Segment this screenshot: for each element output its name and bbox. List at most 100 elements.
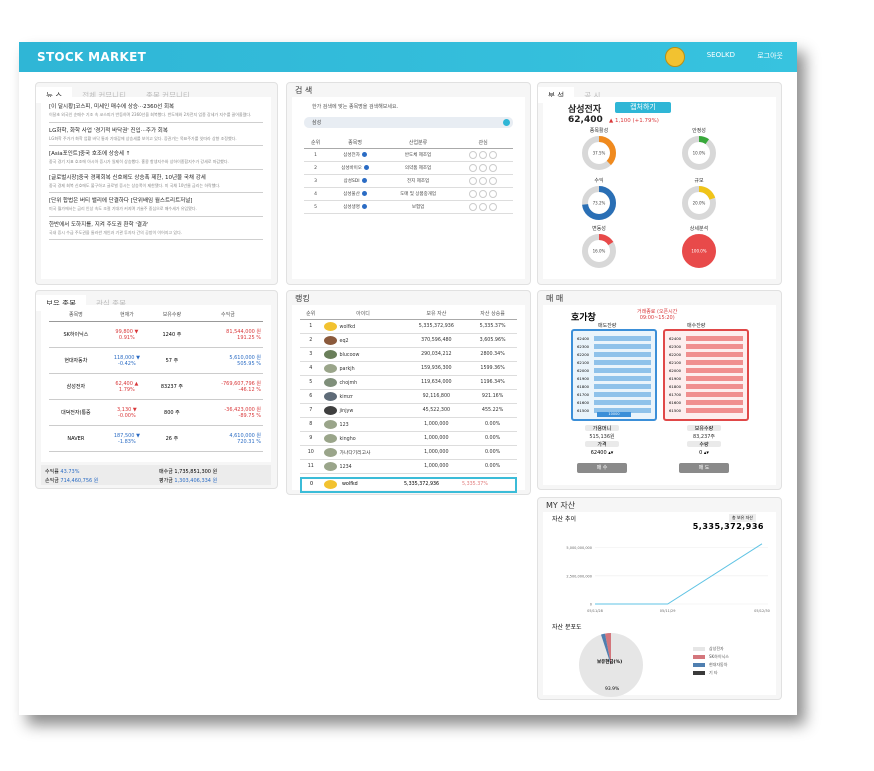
news-title[interactable]: [이 달시황]코스피, 미세인 매수에 상승···2360선 회복 (49, 102, 263, 110)
table-row[interactable]: 9 kingho 1,000,000 0.00% (300, 431, 517, 446)
table-row[interactable]: 3 blucoow 290,034,212 2800.34% (300, 347, 517, 362)
news-item[interactable]: [글로벌시장]중국 경제회복 신호에도 상승폭 제한, 10년물 국채 강세 중국… (49, 170, 263, 193)
table-row[interactable]: 2 eq2 370,596,480 3,605.96% (300, 333, 517, 348)
favorite-toggle-icon[interactable] (469, 190, 478, 198)
favorite-toggle-icon[interactable] (469, 203, 478, 211)
news-item[interactable]: [이 달시황]코스피, 미세인 매수에 상승···2360선 회복 이달초 외국인… (49, 99, 263, 123)
price-stepper-icon[interactable]: ▴▾ (608, 450, 613, 456)
news-item[interactable]: [Asia포인트]중국 호조에 상승세 ↑ 중국 경기 지표 호조에 아시아 증시… (49, 146, 263, 170)
favorite-toggle-icon[interactable] (479, 151, 488, 159)
info-icon[interactable] (361, 204, 367, 209)
table-row[interactable]: 11 1234 1,000,000 0.00% (300, 459, 517, 474)
summary-eval-value: 1,303,406,334 원 (174, 478, 218, 484)
orderbook-row[interactable]: 62100 (669, 359, 743, 366)
table-row[interactable]: 3 삼성SDI 전지 제조업 (304, 174, 513, 188)
logout-button[interactable]: 로그아웃 (757, 51, 783, 61)
orderbook-row[interactable]: 61600 (669, 399, 743, 406)
search-input[interactable]: 삼성 (304, 117, 513, 128)
favorite-toggle-icon[interactable] (479, 203, 488, 211)
orderbook-row[interactable]: 62300 (577, 343, 651, 350)
favorite-toggle-icon[interactable] (489, 151, 498, 159)
orderbook-row[interactable]: 62200 (577, 351, 651, 358)
orderbook-row[interactable]: 61900 (577, 375, 651, 382)
favorite-toggle-icon[interactable] (489, 164, 498, 172)
news-title[interactable]: [글로벌시장]중국 경제회복 신호에도 상승폭 제한, 10년물 국채 강세 (49, 173, 263, 181)
buy-orderbook: 62400 62300 62200 62100 62000 61900 61800 61700… (663, 329, 749, 421)
table-row[interactable]: 6 kimzr 92,116,800 921.16% (300, 389, 517, 404)
news-title[interactable]: 한반에서 도하지를, 지켜 주도권 환학 '결과' (49, 220, 263, 228)
table-row[interactable]: 1 wolfkd 5,335,372,936 5,335.37% (300, 319, 517, 334)
orderbook-row[interactable]: 62300 (669, 343, 743, 350)
orderbook-row[interactable]: 61900 (669, 375, 743, 382)
table-row[interactable]: 10 가나다기리고사 1,000,000 0.00% (300, 445, 517, 460)
table-row[interactable]: 1 삼성전자 반도체 제조업 (304, 148, 513, 162)
search-name[interactable]: 삼성생명 (343, 205, 360, 210)
search-name-cell[interactable]: 삼성전자 (327, 148, 383, 162)
search-name[interactable]: 삼성전자 (343, 153, 360, 158)
avatar-icon (323, 322, 337, 331)
table-row[interactable]: 4 parkjh 159,936,300 1599.36% (300, 361, 517, 376)
favorite-toggle-icon[interactable] (469, 164, 478, 172)
buy-button[interactable]: 매 수 (577, 463, 627, 473)
orderbook-row[interactable]: 61700 (669, 391, 743, 398)
orderbook-row[interactable]: 62000 (669, 367, 743, 374)
info-icon[interactable] (361, 191, 367, 196)
news-item[interactable]: 한반에서 도하지를, 지켜 주도권 환학 '결과' 국내 증시 수급 주도권을 둘… (49, 217, 263, 240)
search-name[interactable]: 삼성바이오 (341, 166, 362, 171)
favorite-toggle-icon[interactable] (469, 177, 478, 185)
search-name[interactable]: 삼성SDI (344, 179, 360, 184)
orderbook-row[interactable]: 61600 (577, 399, 651, 406)
info-icon[interactable] (361, 178, 367, 183)
table-row[interactable]: 5 삼성생명 보험업 (304, 200, 513, 214)
search-icon[interactable] (503, 119, 510, 126)
table-row[interactable]: 7 jinjyw 45,522,300 455.22% (300, 403, 517, 418)
table-row[interactable]: 현대자동차 118,000 ▼ -0.42% 57 주 5,610,000 원 505.9… (49, 347, 263, 374)
orderbook-row[interactable]: 62400 (669, 335, 743, 342)
favorite-toggle-icon[interactable] (469, 151, 478, 159)
sell-button[interactable]: 매 도 (679, 463, 729, 473)
orderbook-row[interactable]: 62000 (577, 367, 651, 374)
orderbook-row[interactable]: 61500 (669, 407, 743, 414)
favorite-toggle-icon[interactable] (489, 203, 498, 211)
orderbook-row[interactable]: 61800 (669, 383, 743, 390)
search-name-cell[interactable]: 삼성물산 (327, 187, 383, 201)
news-title[interactable]: [Asia포인트]중국 호조에 상승세 ↑ (49, 149, 263, 157)
table-row[interactable]: 5 chojmh 119,634,000 1196.34% (300, 375, 517, 390)
qty-stepper-icon[interactable]: ▴▾ (704, 450, 709, 456)
qty-input[interactable]: 0 ▴▾ (679, 449, 729, 458)
table-row[interactable]: 대덕전자(통증 3,130 ▼ -0.00% 800 주 -36,423,000 원 -8… (49, 399, 263, 426)
favorite-toggle-icon[interactable] (479, 177, 488, 185)
search-name[interactable]: 삼성물산 (343, 192, 360, 197)
my-rank-row[interactable]: 0 wolfkd 5,335,372,936 5,335.37% (300, 477, 517, 493)
table-row[interactable]: 8 123 1,000,000 0.00% (300, 417, 517, 432)
favorite-toggle-icon[interactable] (489, 190, 498, 198)
info-icon[interactable] (361, 152, 367, 157)
orderbook-row[interactable]: 62200 (669, 351, 743, 358)
favorite-toggle-icon[interactable] (489, 177, 498, 185)
search-name-cell[interactable]: 삼성바이오 (327, 161, 383, 175)
orderbook-row[interactable]: 62400 (577, 335, 651, 342)
table-row[interactable]: 4 삼성물산 도매 및 상품중개업 (304, 187, 513, 201)
table-row[interactable]: 2 삼성바이오 의약품 제조업 (304, 161, 513, 175)
news-title[interactable]: [단위 합법은 버티 밸리에 단결하다 [단위배임 월스트리트저널] (49, 196, 263, 204)
table-row[interactable]: NAVER 187,500 ▼ -1.83% 26 주 4,610,000 원 720.3… (49, 425, 263, 452)
orderbook-row[interactable]: 62100 (577, 359, 651, 366)
search-hint: 한가 검색에 맞는 종목명을 검색해보세요. (312, 104, 399, 110)
news-item[interactable]: [단위 합법은 버티 밸리에 단결하다 [단위배임 월스트리트저널] 미국 월가에… (49, 193, 263, 217)
orderbook-price: 61600 (669, 400, 682, 405)
orderbook-row[interactable]: 61700 (577, 391, 651, 398)
search-name-cell[interactable]: 삼성SDI (327, 174, 383, 188)
orderbook-row[interactable]: 61800 (577, 383, 651, 390)
price-input[interactable]: 62400 ▴▾ (577, 449, 627, 458)
search-name-cell[interactable]: 삼성생명 (327, 200, 383, 214)
news-item[interactable]: LG화학, 화학 사업 '경기적 바닥권' 진입···주가 회복 LG화학 주가가… (49, 123, 263, 146)
favorite-toggle-icon[interactable] (479, 190, 488, 198)
news-title[interactable]: LG화학, 화학 사업 '경기적 바닥권' 진입···주가 회복 (49, 126, 263, 134)
table-row[interactable]: SK하이닉스 99,800 ▼ 0.91% 1240 주 81,544,000 원 191… (49, 321, 263, 348)
rank-id-cell: parkjh (321, 361, 405, 376)
brand-title[interactable]: STOCK MARKET (37, 50, 146, 64)
info-icon[interactable] (363, 165, 369, 170)
capture-button[interactable]: 캡처하기 (615, 102, 671, 113)
table-row[interactable]: 삼성전자 62,400 ▲ 1.79% 83237 주 -769,607,796 원 -4… (49, 373, 263, 400)
favorite-toggle-icon[interactable] (479, 164, 488, 172)
